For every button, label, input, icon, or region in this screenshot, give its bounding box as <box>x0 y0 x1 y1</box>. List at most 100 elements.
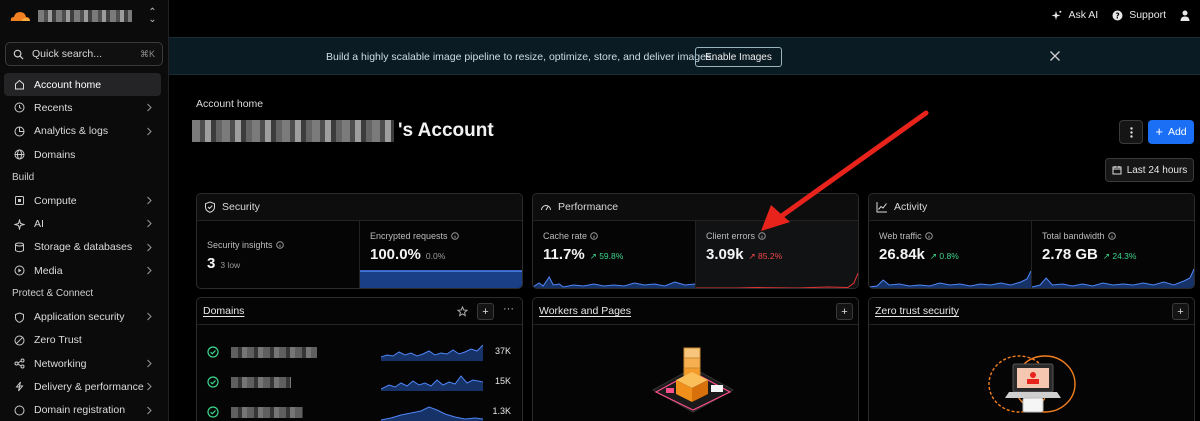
domains-card: Domains + ··· 37K 15K 1.3K <box>196 297 523 421</box>
metric-delta: ↗ 24.3% <box>1102 251 1137 261</box>
cache-rate-sparkline <box>533 276 695 288</box>
sidebar-item-media[interactable]: Media <box>4 259 161 282</box>
sidebar-item-compute[interactable]: Compute <box>4 189 161 212</box>
shield-icon <box>13 311 25 323</box>
sidebar-item-analytics-logs[interactable]: Analytics & logs <box>4 120 161 143</box>
metric-label: Total bandwidth <box>1042 231 1105 241</box>
add-zero-trust-button[interactable]: + <box>1172 303 1189 320</box>
sidebar-item-domain-registration[interactable]: Domain registration <box>4 399 161 421</box>
zero-trust-card-header: Zero trust security + <box>869 298 1194 325</box>
more-options-icon[interactable]: ··· <box>503 303 514 315</box>
more-options-button[interactable] <box>1119 120 1143 144</box>
workers-title-link[interactable]: Workers and Pages <box>539 305 631 317</box>
user-menu-button[interactable] <box>1180 10 1190 21</box>
chevron-right-icon <box>147 127 152 135</box>
sidebar-item-label: Delivery & performance <box>34 380 144 393</box>
gauge-icon <box>541 205 551 211</box>
chevron-updown-icon[interactable]: ⌃ ⌄ <box>148 8 157 25</box>
compute-icon <box>13 195 25 207</box>
cloudflare-logo <box>10 12 31 21</box>
add-label: Add <box>1167 126 1187 138</box>
support-label: Support <box>1129 9 1166 21</box>
plus-icon: + <box>841 305 848 318</box>
sidebar-item-label: Analytics & logs <box>34 125 109 138</box>
page-title: 's Account <box>192 120 494 142</box>
shield-icon <box>205 201 215 213</box>
sidebar-item-domains[interactable]: Domains <box>4 143 161 166</box>
sidebar-nav: Account home Recents Analytics & logs Do… <box>4 73 161 421</box>
support-button[interactable]: ? Support <box>1112 9 1166 21</box>
zero-trust-title-link[interactable]: Zero trust security <box>875 305 959 317</box>
trend-chart-icon <box>876 202 887 213</box>
metric-label: Encrypted requests <box>370 231 448 241</box>
metric-delta: ↗ 0.8% <box>929 251 959 261</box>
globe-icon <box>13 149 25 161</box>
sidebar-item-label: Zero Trust <box>34 334 82 347</box>
home-icon <box>13 79 25 91</box>
domains-title-link[interactable]: Domains <box>203 305 244 317</box>
sidebar-item-label: Recents <box>34 101 73 114</box>
time-range-selector[interactable]: Last 24 hours <box>1105 158 1194 182</box>
enable-images-button[interactable]: Enable Images <box>695 47 782 67</box>
account-switcher[interactable]: ⌃ ⌄ <box>8 7 163 25</box>
metric-value: 26.84k <box>879 246 925 263</box>
domain-name-redacted <box>231 407 303 418</box>
sidebar-item-label: Application security <box>34 311 125 324</box>
sidebar-item-delivery-performance[interactable]: Delivery & performance <box>4 375 161 398</box>
sidebar-item-networking[interactable]: Networking <box>4 352 161 375</box>
sidebar-item-account-home[interactable]: Account home <box>4 73 161 97</box>
metric-label: Client errors <box>706 231 756 241</box>
domain-traffic-sparkline <box>381 406 483 421</box>
star-icon[interactable] <box>457 306 468 317</box>
check-circle-icon <box>207 376 219 388</box>
web-traffic-metric[interactable]: Web traffic 26.84k ↗ 0.8% <box>869 221 1032 288</box>
cache-rate-metric[interactable]: Cache rate 11.7% ↗ 59.8% <box>533 221 696 288</box>
top-bar: Ask AI ? Support <box>169 0 1200 33</box>
client-errors-sparkline <box>696 272 858 288</box>
security-insights-metric[interactable]: Security insights 3 3 low <box>197 221 360 288</box>
ai-sparkle-icon <box>13 218 25 230</box>
analytics-icon <box>13 125 25 137</box>
info-icon <box>924 232 933 240</box>
add-domain-button[interactable]: + <box>477 303 494 320</box>
sidebar-item-zero-trust[interactable]: Zero Trust <box>4 329 161 352</box>
info-icon <box>590 232 598 240</box>
domain-traffic-sparkline <box>381 375 483 391</box>
sidebar-item-label: Account home <box>34 78 102 91</box>
metric-value: 11.7% <box>543 246 585 263</box>
domain-row[interactable]: 37K <box>197 341 522 363</box>
sidebar-item-ai[interactable]: AI <box>4 212 161 235</box>
metric-label: Security insights <box>207 240 273 250</box>
plus-icon: + <box>1177 305 1184 318</box>
client-errors-metric[interactable]: Client errors 3.09k ↗ 85.2% <box>696 221 858 288</box>
sidebar-item-label: Domains <box>34 148 76 161</box>
search-icon <box>13 49 24 60</box>
add-button[interactable]: + Add <box>1148 120 1194 144</box>
quick-search-input[interactable]: Quick search... ⌘K <box>5 42 163 66</box>
domain-row[interactable]: 1.3K <box>197 401 522 421</box>
section-protect-connect: Protect & Connect <box>12 288 94 300</box>
metric-delta: ↗ 59.8% <box>589 251 624 261</box>
search-placeholder: Quick search... <box>32 48 103 60</box>
domain-name-redacted <box>231 347 317 358</box>
chevron-right-icon <box>147 406 152 414</box>
section-build: Build <box>12 172 35 184</box>
search-shortcut: ⌘K <box>139 48 155 59</box>
ask-ai-button[interactable]: Ask AI <box>1051 9 1098 21</box>
security-card-header[interactable]: Security <box>197 194 522 221</box>
total-bandwidth-metric[interactable]: Total bandwidth 2.78 GB ↗ 24.3% <box>1032 221 1194 288</box>
activity-card-header[interactable]: Activity <box>869 194 1194 221</box>
performance-card-header[interactable]: Performance <box>533 194 858 221</box>
chevron-right-icon <box>147 266 152 275</box>
sidebar-item-storage-databases[interactable]: Storage & databases <box>4 236 161 259</box>
domain-row[interactable]: 15K <box>197 371 522 393</box>
calendar-icon <box>1112 166 1122 175</box>
workers-illustration <box>651 347 735 413</box>
add-worker-button[interactable]: + <box>836 303 853 320</box>
check-circle-icon <box>207 406 219 418</box>
sidebar-item-application-security[interactable]: Application security <box>4 305 161 328</box>
encrypted-requests-metric[interactable]: Encrypted requests 100.0% 0.0% <box>360 221 522 288</box>
sidebar-item-recents[interactable]: Recents <box>4 96 161 119</box>
close-icon[interactable] <box>1049 50 1061 62</box>
banner-message: Build a highly scalable image pipeline t… <box>326 51 715 63</box>
